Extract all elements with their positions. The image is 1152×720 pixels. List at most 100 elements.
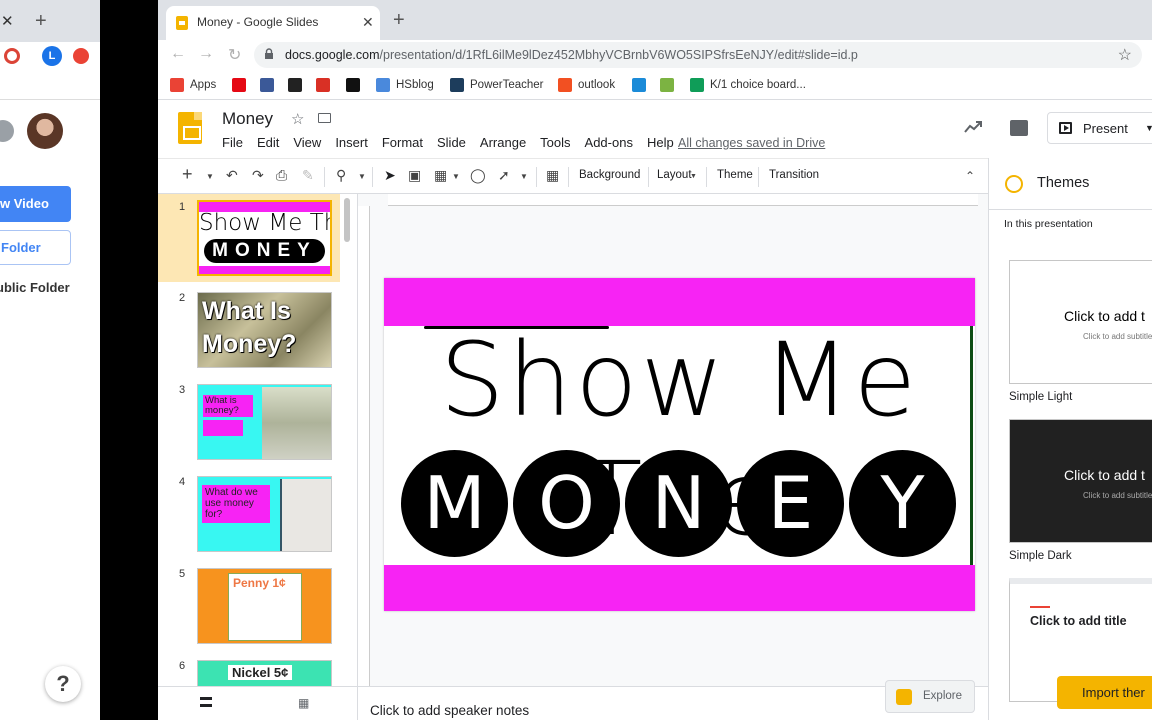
bookmark-item[interactable]	[660, 78, 680, 92]
grid-view-icon[interactable]: ▦	[298, 696, 309, 710]
theme-card[interactable]: Click to add t Click to add subtitle	[1009, 419, 1152, 543]
chevron-down-icon[interactable]: ▼	[690, 173, 697, 180]
paint-format-icon[interactable]: ✎	[302, 167, 314, 184]
shape-icon[interactable]: ◯	[470, 167, 486, 184]
extension-icon[interactable]	[73, 48, 89, 64]
folder-button[interactable]: Folder	[0, 230, 71, 265]
bookmark-item[interactable]	[632, 78, 652, 92]
folder-icon[interactable]	[318, 113, 331, 123]
slides-header: Money ☆ File Edit View Insert Format Slide Arr…	[158, 100, 1152, 158]
transition-button[interactable]: Transition	[769, 169, 819, 181]
menu-slide[interactable]: Slide	[437, 135, 466, 150]
theme-name: Simple Dark	[1009, 550, 1072, 562]
filmstrip-scrollbar[interactable]	[344, 198, 350, 242]
bookmark-item[interactable]: HSblog	[376, 78, 434, 92]
new-video-button[interactable]: w Video	[0, 186, 71, 222]
url-text: docs.google.com/presentation/d/1RfL6ilMe…	[285, 48, 858, 62]
bookmark-item[interactable]	[260, 78, 280, 92]
reload-icon[interactable]: ↻	[228, 45, 241, 65]
chrome-extension-icon[interactable]	[4, 48, 20, 64]
line-icon[interactable]: ➚	[498, 167, 510, 184]
forward-icon[interactable]: →	[198, 45, 214, 63]
chevron-down-icon[interactable]: ▼	[206, 172, 214, 181]
print-icon[interactable]: ⎙	[276, 167, 287, 184]
new-tab-button[interactable]: +	[393, 9, 405, 32]
star-icon[interactable]: ☆	[291, 110, 304, 128]
bookmark-item[interactable]: PowerTeacher	[450, 78, 544, 92]
filmstrip-view-icon[interactable]	[200, 697, 212, 707]
avatar[interactable]	[27, 113, 63, 149]
slides-logo-icon[interactable]	[178, 112, 202, 144]
import-theme-button[interactable]: Import ther	[1057, 676, 1152, 709]
back-icon[interactable]: ←	[170, 45, 186, 63]
add-comment-icon[interactable]: ▦	[546, 167, 559, 184]
menu-help[interactable]: Help	[647, 135, 674, 150]
bookmark-item[interactable]	[316, 78, 336, 92]
menu-addons[interactable]: Add-ons	[585, 135, 633, 150]
new-tab-button[interactable]: +	[35, 10, 47, 33]
background-button[interactable]: Background	[579, 169, 640, 181]
chevron-down-icon[interactable]: ▼	[452, 172, 460, 181]
image-icon[interactable]: ▦	[434, 167, 447, 184]
menu-tools[interactable]: Tools	[540, 135, 570, 150]
slide-thumbnail[interactable]: Penny 1¢	[197, 568, 332, 644]
background-toolbar: L	[0, 42, 100, 100]
theme-sample-title: Click to add title	[1030, 614, 1127, 628]
current-slide[interactable]: Show Me The MONEY	[384, 278, 975, 611]
vertical-ruler[interactable]	[358, 206, 370, 686]
activity-trend-icon[interactable]	[964, 120, 982, 134]
bookmark-item[interactable]: Apps	[170, 78, 216, 92]
present-button[interactable]: Present ▼	[1047, 112, 1152, 144]
close-icon[interactable]: ✕	[1, 12, 14, 30]
gear-icon[interactable]	[0, 120, 14, 142]
document-title[interactable]: Money	[222, 109, 273, 129]
redo-icon[interactable]: ↷	[252, 167, 264, 184]
chevron-down-icon[interactable]: ▼	[1145, 123, 1152, 133]
explore-button[interactable]: Explore	[885, 680, 975, 713]
bookmark-label: PowerTeacher	[470, 79, 544, 91]
browser-tab[interactable]: Money - Google Slides ✕	[166, 6, 380, 40]
bookmark-item[interactable]	[288, 78, 308, 92]
layout-button[interactable]: Layout	[657, 169, 692, 181]
help-button[interactable]: ?	[45, 666, 81, 702]
select-cursor-icon[interactable]: ➤	[384, 167, 396, 184]
menu-file[interactable]: File	[222, 135, 243, 150]
slide-thumbnail[interactable]: What is money?	[197, 384, 332, 460]
address-bar[interactable]: docs.google.com/presentation/d/1RfL6ilMe…	[254, 42, 1142, 68]
money-letter-circle: E	[737, 450, 844, 557]
theme-sample-subtitle: Click to add subtitle	[1083, 332, 1152, 341]
chevron-down-icon[interactable]: ▼	[358, 172, 366, 181]
bookmark-item[interactable]: outlook	[558, 78, 615, 92]
menu-edit[interactable]: Edit	[257, 135, 279, 150]
slide-thumbnail[interactable]: What Is Money?	[197, 292, 332, 368]
slide-number: 5	[179, 568, 186, 580]
profile-avatar[interactable]: L	[42, 46, 62, 66]
theme-sample-title: Click to add t	[1064, 467, 1145, 483]
collapse-toolbar-icon[interactable]: ⌃	[965, 169, 975, 183]
undo-icon[interactable]: ↶	[226, 167, 238, 184]
horizontal-ruler[interactable]	[388, 194, 978, 206]
menu-format[interactable]: Format	[382, 135, 423, 150]
close-icon[interactable]: ✕	[362, 14, 374, 31]
theme-button[interactable]: Theme	[717, 169, 753, 181]
chevron-down-icon[interactable]: ▼	[520, 172, 528, 181]
bookmark-item[interactable]: K/1 choice board...	[690, 78, 806, 92]
text-box-icon[interactable]: ▣	[408, 167, 421, 184]
bookmark-star-icon[interactable]: ☆	[1118, 45, 1132, 65]
comment-icon[interactable]	[1010, 120, 1028, 136]
save-status[interactable]: All changes saved in Drive	[678, 136, 825, 150]
toolbar-divider	[568, 167, 569, 187]
slide-thumbnail[interactable]: What do we use money for?	[197, 476, 332, 552]
bookmark-item[interactable]	[232, 78, 252, 92]
slide-thumbnail[interactable]: Nickel 5¢	[197, 660, 332, 686]
slide-thumbnail[interactable]: Show Me The MONEY	[197, 200, 332, 276]
zoom-icon[interactable]: ⚲	[336, 167, 346, 184]
themes-title: Themes	[1037, 175, 1090, 191]
theme-card[interactable]: Click to add t Click to add subtitle	[1009, 260, 1152, 384]
money-circles[interactable]: MONEY	[401, 450, 961, 557]
bookmark-item[interactable]	[346, 78, 366, 92]
add-icon[interactable]: +	[182, 164, 193, 185]
menu-view[interactable]: View	[293, 135, 321, 150]
menu-insert[interactable]: Insert	[335, 135, 368, 150]
menu-arrange[interactable]: Arrange	[480, 135, 526, 150]
